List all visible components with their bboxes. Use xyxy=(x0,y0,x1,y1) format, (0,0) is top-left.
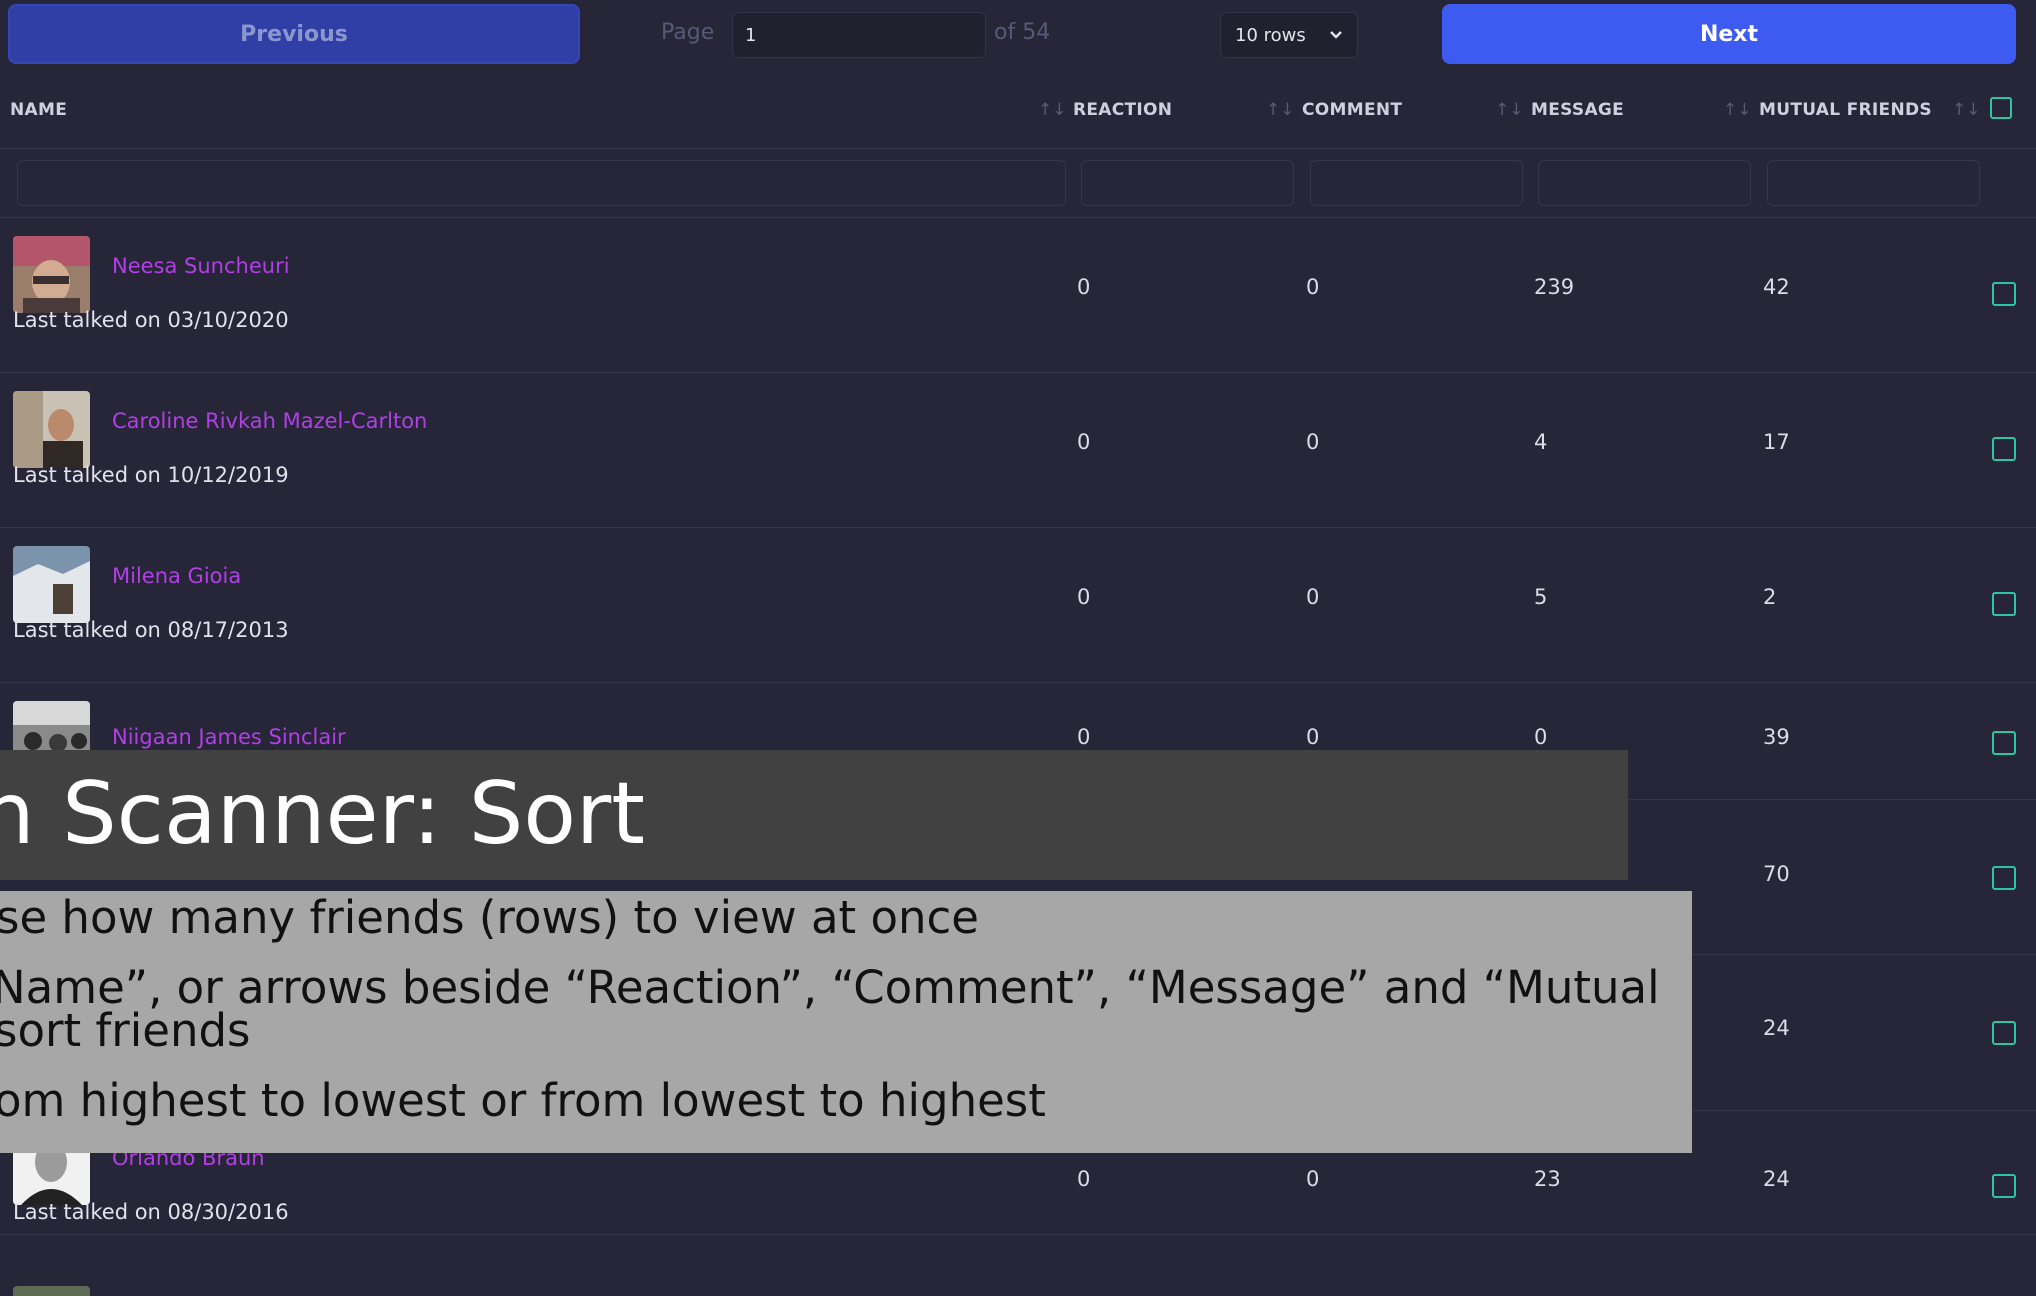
message-count: 4 xyxy=(1534,430,1548,454)
reaction-count: 0 xyxy=(1077,725,1091,749)
last-talked-text: Last talked on 03/10/2020 xyxy=(13,308,289,332)
message-filter-input[interactable] xyxy=(1538,160,1751,206)
friend-name-link[interactable]: Milena Gioia xyxy=(112,564,241,588)
friend-name-link[interactable]: Neesa Suncheuri xyxy=(112,254,290,278)
row-checkbox[interactable] xyxy=(1992,1174,2016,1198)
column-header-message: MESSAGE xyxy=(1531,100,1625,120)
page-label: Page xyxy=(661,20,715,45)
note-line: se how many friends (rows) to view at on… xyxy=(0,891,979,944)
message-count: 23 xyxy=(1534,1167,1561,1191)
reaction-count: 0 xyxy=(1077,585,1091,609)
mutual-friends-count: 42 xyxy=(1763,275,1790,299)
message-count: 239 xyxy=(1534,275,1575,299)
row-checkbox[interactable] xyxy=(1992,1021,2016,1045)
header-divider xyxy=(0,148,2036,149)
note-line: sort friends xyxy=(0,1004,251,1057)
avatar xyxy=(13,1286,90,1296)
row-divider xyxy=(0,1234,2036,1235)
sort-arrows-icon[interactable]: ↑↓ xyxy=(1723,100,1752,120)
select-all-checkbox[interactable] xyxy=(1990,97,2012,119)
name-filter-input[interactable] xyxy=(17,160,1066,206)
comment-count: 0 xyxy=(1306,430,1320,454)
row-checkbox[interactable] xyxy=(1992,592,2016,616)
column-header-mutual-friends: MUTUAL FRIENDS xyxy=(1759,100,1932,120)
column-header-comment: COMMENT xyxy=(1302,100,1403,120)
row-checkbox[interactable] xyxy=(1992,731,2016,755)
avatar xyxy=(13,546,90,623)
slide-notes-panel: se how many friends (rows) to view at on… xyxy=(0,891,1692,1153)
avatar xyxy=(13,236,90,313)
rows-per-page-select[interactable]: 10 rows xyxy=(1220,12,1358,58)
next-button[interactable]: Next xyxy=(1442,4,2016,64)
chevron-down-icon xyxy=(1330,31,1342,39)
last-talked-text: Last talked on 08/17/2013 xyxy=(13,618,289,642)
row-checkbox[interactable] xyxy=(1992,866,2016,890)
reaction-count: 0 xyxy=(1077,275,1091,299)
friend-name-link[interactable]: Caroline Rivkah Mazel-Carlton xyxy=(112,409,427,433)
page-count-label: of 54 xyxy=(994,20,1051,45)
sort-arrows-icon[interactable]: ↑↓ xyxy=(1038,100,1067,120)
sort-arrows-icon[interactable]: ↑↓ xyxy=(1495,100,1524,120)
page-number-value: 1 xyxy=(745,24,757,46)
mutual-friends-count: 24 xyxy=(1763,1167,1790,1191)
previous-button[interactable]: Previous xyxy=(8,4,580,64)
rows-per-page-value: 10 rows xyxy=(1235,24,1306,46)
comment-count: 0 xyxy=(1306,585,1320,609)
mutual-friends-count: 39 xyxy=(1763,725,1790,749)
message-count: 5 xyxy=(1534,585,1548,609)
last-talked-text: Last talked on 08/30/2016 xyxy=(13,1200,289,1224)
row-checkbox[interactable] xyxy=(1992,437,2016,461)
comment-count: 0 xyxy=(1306,725,1320,749)
comment-filter-input[interactable] xyxy=(1310,160,1523,206)
mutual-friends-count: 2 xyxy=(1763,585,1777,609)
note-line: om highest to lowest or from lowest to h… xyxy=(0,1074,1046,1127)
row-checkbox[interactable] xyxy=(1992,282,2016,306)
comment-count: 0 xyxy=(1306,1167,1320,1191)
reaction-count: 0 xyxy=(1077,430,1091,454)
reaction-filter-input[interactable] xyxy=(1081,160,1294,206)
avatar xyxy=(13,391,90,468)
mutual-friends-count: 24 xyxy=(1763,1016,1790,1040)
page-number-input[interactable]: 1 xyxy=(732,12,986,58)
table-row: Neesa Suncheuri Last talked on 03/10/202… xyxy=(0,218,2036,373)
message-count: 0 xyxy=(1534,725,1548,749)
last-talked-text: Last talked on 10/12/2019 xyxy=(13,463,289,487)
table-row: Milena Gioia Last talked on 08/17/2013 0… xyxy=(0,528,2036,683)
comment-count: 0 xyxy=(1306,275,1320,299)
sort-arrows-icon[interactable]: ↑↓ xyxy=(1952,100,1981,120)
reaction-count: 0 xyxy=(1077,1167,1091,1191)
mutual-friends-count: 70 xyxy=(1763,862,1790,886)
column-header-reaction: REACTION xyxy=(1073,100,1173,120)
mutual-friends-filter-input[interactable] xyxy=(1767,160,1980,206)
mutual-friends-count: 17 xyxy=(1763,430,1790,454)
sort-arrows-icon[interactable]: ↑↓ xyxy=(1266,100,1295,120)
friend-name-link[interactable]: Niigaan James Sinclair xyxy=(112,725,346,749)
table-row: Caroline Rivkah Mazel-Carlton Last talke… xyxy=(0,373,2036,528)
slide-title: tion Scanner: Sort xyxy=(0,764,646,864)
column-header-name[interactable]: NAME xyxy=(10,100,67,120)
slide-title-banner: tion Scanner: Sort xyxy=(0,750,1628,880)
